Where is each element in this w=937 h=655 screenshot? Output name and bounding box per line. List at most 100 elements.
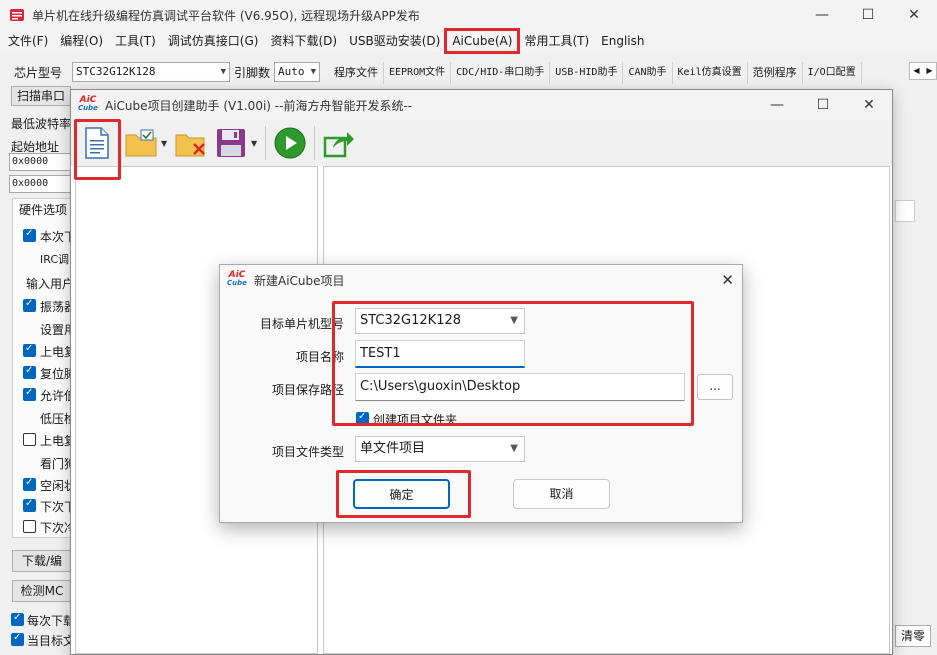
save-project-button[interactable] <box>211 123 251 163</box>
chip-model-label: 芯片型号 <box>14 66 63 80</box>
tab-usb-hid[interactable]: USB-HID助手 <box>550 62 624 84</box>
browse-button[interactable]: ... <box>697 374 733 400</box>
save-icon <box>217 129 245 157</box>
file-type-select[interactable]: 单文件项目 ▼ <box>355 436 525 462</box>
ok-button[interactable]: 确定 <box>353 479 450 509</box>
tab-examples[interactable]: 范例程序 <box>748 62 803 84</box>
option-checkbox[interactable] <box>23 477 36 491</box>
file-type-label: 项目文件类型 <box>271 445 344 459</box>
option-label: 空闲状 <box>40 479 70 493</box>
project-name-label: 项目名称 <box>295 350 344 364</box>
tab-keil-sim[interactable]: Keil仿真设置 <box>673 62 748 84</box>
dialog-title: 新建AiCube项目 <box>254 273 345 288</box>
project-path-label: 项目保存路径 <box>271 383 344 397</box>
helper-title: AiCube项目创建助手 (V1.00i) --前海方舟智能开发系统-- <box>105 98 413 113</box>
menu-debug[interactable]: 调试仿真接口(G) <box>162 30 265 52</box>
option-checkbox[interactable] <box>11 612 24 626</box>
project-path-input[interactable]: C:\Users\guoxin\Desktop <box>355 373 685 401</box>
option-checkbox[interactable] <box>23 343 36 357</box>
menu-usb-driver[interactable]: USB驱动安装(D) <box>343 30 446 52</box>
option-checkbox[interactable] <box>23 387 36 401</box>
option-checkbox[interactable] <box>11 632 24 646</box>
close-project-button[interactable] <box>171 123 211 163</box>
detect-mcu-button[interactable]: 检测MC <box>12 580 72 602</box>
menu-bar: 文件(F) 编程(O) 工具(T) 调试仿真接口(G) 资料下载(D) USB驱… <box>0 28 937 54</box>
option-label: 看门狗 <box>40 457 70 471</box>
tab-program-file[interactable]: 程序文件 <box>329 62 384 84</box>
new-project-dialog: AiC Cube 新建AiCube项目 ✕ 目标单片机型号 STC32G12K12… <box>219 264 743 523</box>
helper-titlebar: AiC Cube AiCube项目创建助手 (V1.00i) --前海方舟智能开发… <box>71 90 892 120</box>
option-checkbox[interactable] <box>23 498 36 512</box>
helper-close-button[interactable]: ✕ <box>846 90 892 120</box>
new-project-button[interactable] <box>77 123 117 163</box>
create-folder-label: 创建项目文件夹 <box>373 413 458 427</box>
option-checkbox[interactable] <box>23 433 36 446</box>
menu-english[interactable]: English <box>595 30 650 52</box>
chevron-left-icon[interactable]: ◀ <box>910 63 923 79</box>
create-folder-checkbox[interactable] <box>356 411 369 425</box>
option-label: 上电复 <box>40 434 70 448</box>
helper-minimize-button[interactable]: — <box>754 90 800 120</box>
tab-eeprom-file[interactable]: EEPROM文件 <box>384 62 452 84</box>
option-label: 输入用户 <box>26 277 72 291</box>
pins-select[interactable]: Auto ▼ <box>274 62 320 82</box>
tab-can[interactable]: CAN助手 <box>623 62 673 84</box>
option-label: 下次下 <box>40 500 70 514</box>
menu-program[interactable]: 编程(O) <box>54 30 109 52</box>
tab-scroll-controls: ◀ ▶ <box>909 62 937 80</box>
minimize-button[interactable]: — <box>799 0 845 30</box>
hw-options-label: 硬件选项 <box>19 203 68 217</box>
tab-strip: 程序文件 EEPROM文件 CDC/HID-串口助手 USB-HID助手 CAN… <box>329 62 937 84</box>
option-label: 振荡器 <box>40 300 70 314</box>
download-button[interactable]: 下载/编 <box>12 550 72 572</box>
new-document-icon <box>85 127 109 159</box>
maximize-button[interactable]: ☐ <box>845 0 891 30</box>
close-button[interactable]: ✕ <box>891 0 937 30</box>
aicube-logo-icon: AiC Cube <box>78 95 98 113</box>
scan-port-button[interactable]: 扫描串口 <box>11 86 71 106</box>
option-label: 复位脚 <box>40 367 70 381</box>
menu-file[interactable]: 文件(F) <box>2 30 54 52</box>
option-checkbox[interactable] <box>23 365 36 379</box>
target-mcu-select[interactable]: STC32G12K128 ▼ <box>355 308 525 334</box>
dialog-close-button[interactable]: ✕ <box>721 271 734 289</box>
min-baud-label: 最低波特率 <box>11 117 72 131</box>
target-mcu-label: 目标单片机型号 <box>259 317 344 331</box>
menu-aicube[interactable]: AiCube(A) <box>444 28 521 54</box>
tab-serial-assistant[interactable]: CDC/HID-串口助手 <box>451 62 551 84</box>
option-label: 下次冷 <box>40 521 70 535</box>
dialog-titlebar: AiC Cube 新建AiCube项目 <box>220 265 742 295</box>
run-button[interactable] <box>270 123 310 163</box>
open-project-button[interactable] <box>121 123 161 163</box>
menu-tools[interactable]: 工具(T) <box>109 30 162 52</box>
option-label: 低压检 <box>40 412 70 426</box>
option-label: 允许低 <box>40 389 70 403</box>
chevron-down-icon: ▼ <box>510 315 518 326</box>
end-addr-input[interactable]: 0x0000 <box>9 175 71 193</box>
option-checkbox[interactable] <box>23 298 36 312</box>
chevron-down-icon: ▼ <box>220 67 226 77</box>
chip-model-select[interactable]: STC32G12K128 ▼ <box>72 62 230 82</box>
menu-common-tools[interactable]: 常用工具(T) <box>518 30 595 52</box>
chevron-down-icon[interactable]: ▼ <box>251 139 261 148</box>
tab-io-config[interactable]: I/O口配置 <box>803 62 862 84</box>
cancel-button[interactable]: 取消 <box>513 479 610 509</box>
close-folder-icon <box>175 134 205 157</box>
share-arrow-icon <box>323 132 354 158</box>
clear-button[interactable]: 清零 <box>895 625 931 647</box>
option-checkbox[interactable] <box>23 228 36 242</box>
chevron-down-icon: ▼ <box>310 67 316 77</box>
pins-label: 引脚数 <box>234 66 271 80</box>
chevron-down-icon[interactable]: ▼ <box>161 139 171 148</box>
export-button[interactable] <box>319 123 359 163</box>
chevron-right-icon[interactable]: ▶ <box>923 63 936 79</box>
helper-maximize-button[interactable]: ☐ <box>800 90 846 120</box>
project-name-input[interactable]: TEST1 <box>355 340 525 368</box>
app-logo-icon <box>10 9 24 21</box>
option-checkbox[interactable] <box>23 520 36 533</box>
start-addr-input[interactable]: 0x0000 <box>9 153 71 171</box>
option-label: 每次下载 <box>27 614 71 628</box>
aicube-logo-icon: AiC Cube <box>227 270 247 288</box>
scroll-widget[interactable] <box>895 200 915 222</box>
menu-downloads[interactable]: 资料下载(D) <box>264 30 343 52</box>
